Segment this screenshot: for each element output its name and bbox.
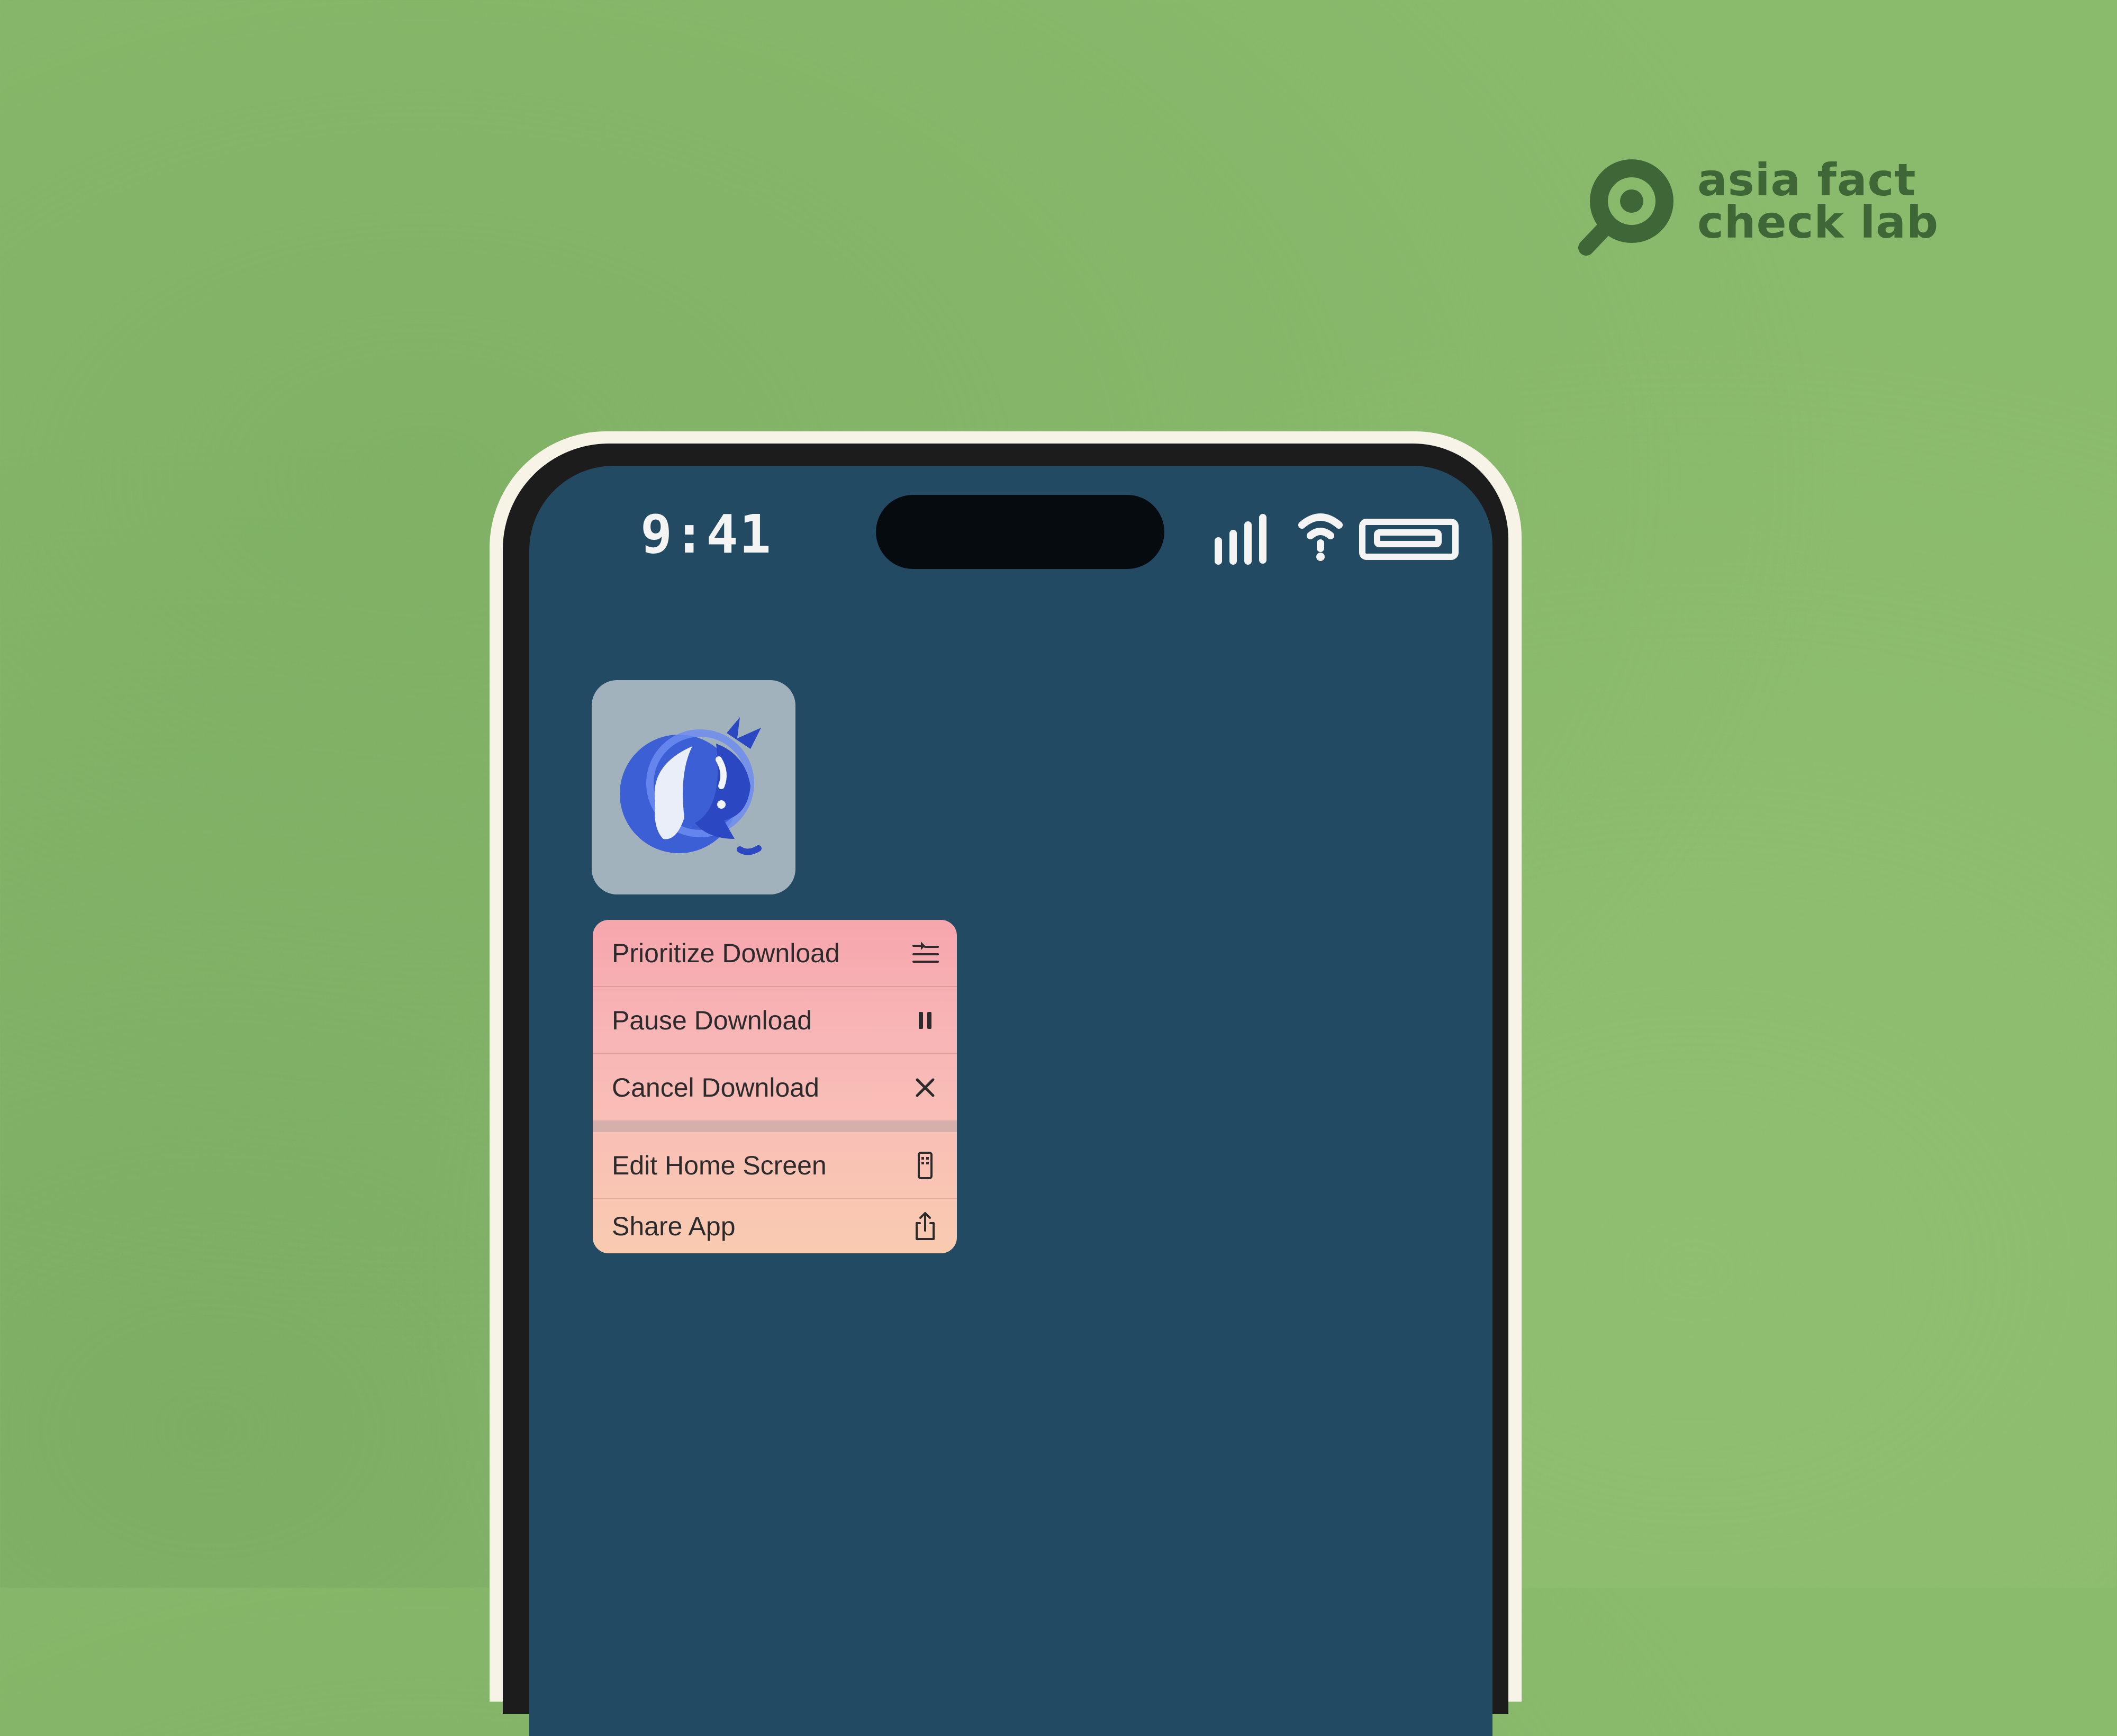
menu-item-prioritize-download[interactable]: Prioritize Download — [593, 920, 957, 986]
menu-item-pause-download[interactable]: Pause Download — [593, 987, 957, 1053]
menu-item-label: Share App — [612, 1211, 736, 1241]
menu-item-label: Edit Home Screen — [612, 1150, 827, 1180]
dynamic-island — [876, 495, 1164, 569]
brand-logo: asia fact check lab — [1575, 158, 1938, 265]
share-icon — [916, 1212, 935, 1240]
menu-item-label: Prioritize Download — [612, 938, 840, 968]
wifi-icon — [1298, 513, 1343, 561]
pause-icon — [919, 1011, 931, 1029]
context-menu: Prioritize Download Pause Download Cance… — [593, 920, 957, 1253]
menu-item-cancel-download[interactable]: Cancel Download — [593, 1054, 957, 1120]
phone-icon — [918, 1151, 933, 1179]
whale-app-icon — [620, 717, 762, 855]
menu-item-label: Pause Download — [612, 1005, 812, 1035]
magnifier-logo-icon — [1578, 159, 1673, 256]
status-time: 9:41 — [640, 503, 772, 565]
brand-name: asia fact check lab — [1697, 154, 1939, 248]
menu-item-label: Cancel Download — [612, 1072, 819, 1102]
brand-name-line2: check lab — [1697, 196, 1939, 248]
cellular-signal-icon — [1215, 514, 1266, 565]
status-icons — [1212, 503, 1466, 572]
battery-icon — [1359, 519, 1459, 560]
brand-name-line1: asia fact — [1697, 154, 1916, 206]
close-icon — [916, 1078, 935, 1097]
menu-item-share-app[interactable]: Share App — [593, 1199, 957, 1253]
menu-item-edit-home-screen[interactable]: Edit Home Screen — [593, 1132, 957, 1198]
menu-group-divider — [593, 1120, 957, 1132]
app-icon[interactable] — [592, 680, 795, 894]
prioritize-icon — [912, 941, 939, 963]
